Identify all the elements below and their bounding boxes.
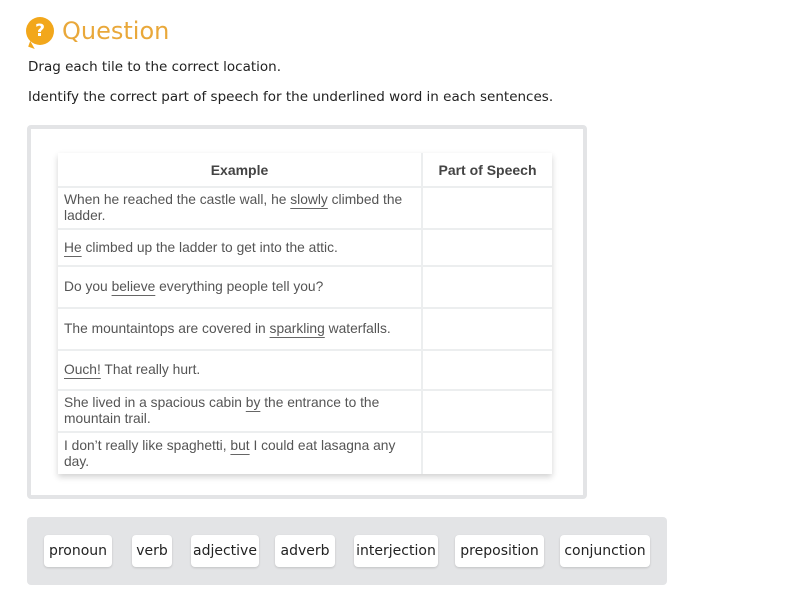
underlined-word: by bbox=[245, 395, 261, 410]
underlined-word: believe bbox=[111, 279, 156, 294]
drop-zone[interactable] bbox=[421, 267, 552, 307]
underlined-word: Ouch! bbox=[64, 362, 101, 377]
question-mark-icon: ? bbox=[26, 17, 54, 45]
underlined-word: He bbox=[64, 239, 82, 255]
tile-adjective[interactable]: adjective bbox=[191, 535, 259, 567]
tile-preposition[interactable]: preposition bbox=[455, 535, 544, 567]
table-row: When he reached the castle wall, he slow… bbox=[58, 188, 552, 230]
question-header: ? Question bbox=[26, 17, 169, 45]
table-row: The mountaintops are covered in sparklin… bbox=[58, 309, 552, 351]
drop-zone[interactable] bbox=[421, 351, 552, 389]
drop-zone[interactable] bbox=[421, 309, 552, 349]
table-header-row: Example Part of Speech bbox=[58, 153, 552, 188]
drop-zone[interactable] bbox=[421, 188, 552, 228]
example-sentence: She lived in a spacious cabin by the ent… bbox=[64, 395, 380, 426]
tile-adverb[interactable]: adverb bbox=[275, 535, 335, 567]
column-header-part-of-speech: Part of Speech bbox=[421, 153, 552, 186]
example-sentence: He climbed up the ladder to get into the… bbox=[64, 239, 338, 255]
example-sentence: I don’t really like spaghetti, but I cou… bbox=[64, 437, 396, 469]
table-row: Do you believe everything people tell yo… bbox=[58, 267, 552, 309]
drop-zone[interactable] bbox=[421, 391, 552, 431]
example-sentence: When he reached the castle wall, he slow… bbox=[64, 192, 403, 223]
drop-zone[interactable] bbox=[421, 433, 552, 474]
table-row: She lived in a spacious cabin by the ent… bbox=[58, 391, 552, 433]
instruction-identify: Identify the correct part of speech for … bbox=[28, 89, 554, 105]
example-sentence: Do you believe everything people tell yo… bbox=[64, 279, 324, 294]
tile-verb[interactable]: verb bbox=[132, 535, 172, 567]
underlined-word: but bbox=[230, 437, 250, 453]
column-header-example: Example bbox=[210, 161, 269, 178]
example-sentence: The mountaintops are covered in sparklin… bbox=[64, 321, 391, 336]
tile-conjunction[interactable]: conjunction bbox=[560, 535, 650, 567]
underlined-word: sparkling bbox=[269, 321, 325, 336]
table-row: Ouch! That really hurt. bbox=[58, 351, 552, 391]
table-row: He climbed up the ladder to get into the… bbox=[58, 230, 552, 267]
tile-interjection[interactable]: interjection bbox=[354, 535, 438, 567]
tile-pronoun[interactable]: pronoun bbox=[44, 535, 112, 567]
example-sentence: Ouch! That really hurt. bbox=[64, 362, 201, 377]
question-title: Question bbox=[62, 17, 170, 45]
table-row: I don’t really like spaghetti, but I cou… bbox=[58, 433, 552, 474]
part-of-speech-table: Example Part of Speech When he reached t… bbox=[58, 153, 552, 474]
instruction-drag: Drag each tile to the correct location. bbox=[28, 59, 282, 75]
underlined-word: slowly bbox=[290, 192, 328, 207]
tile-tray: pronoun verb adjective adverb interjecti… bbox=[27, 517, 667, 585]
drop-zone[interactable] bbox=[421, 230, 552, 265]
